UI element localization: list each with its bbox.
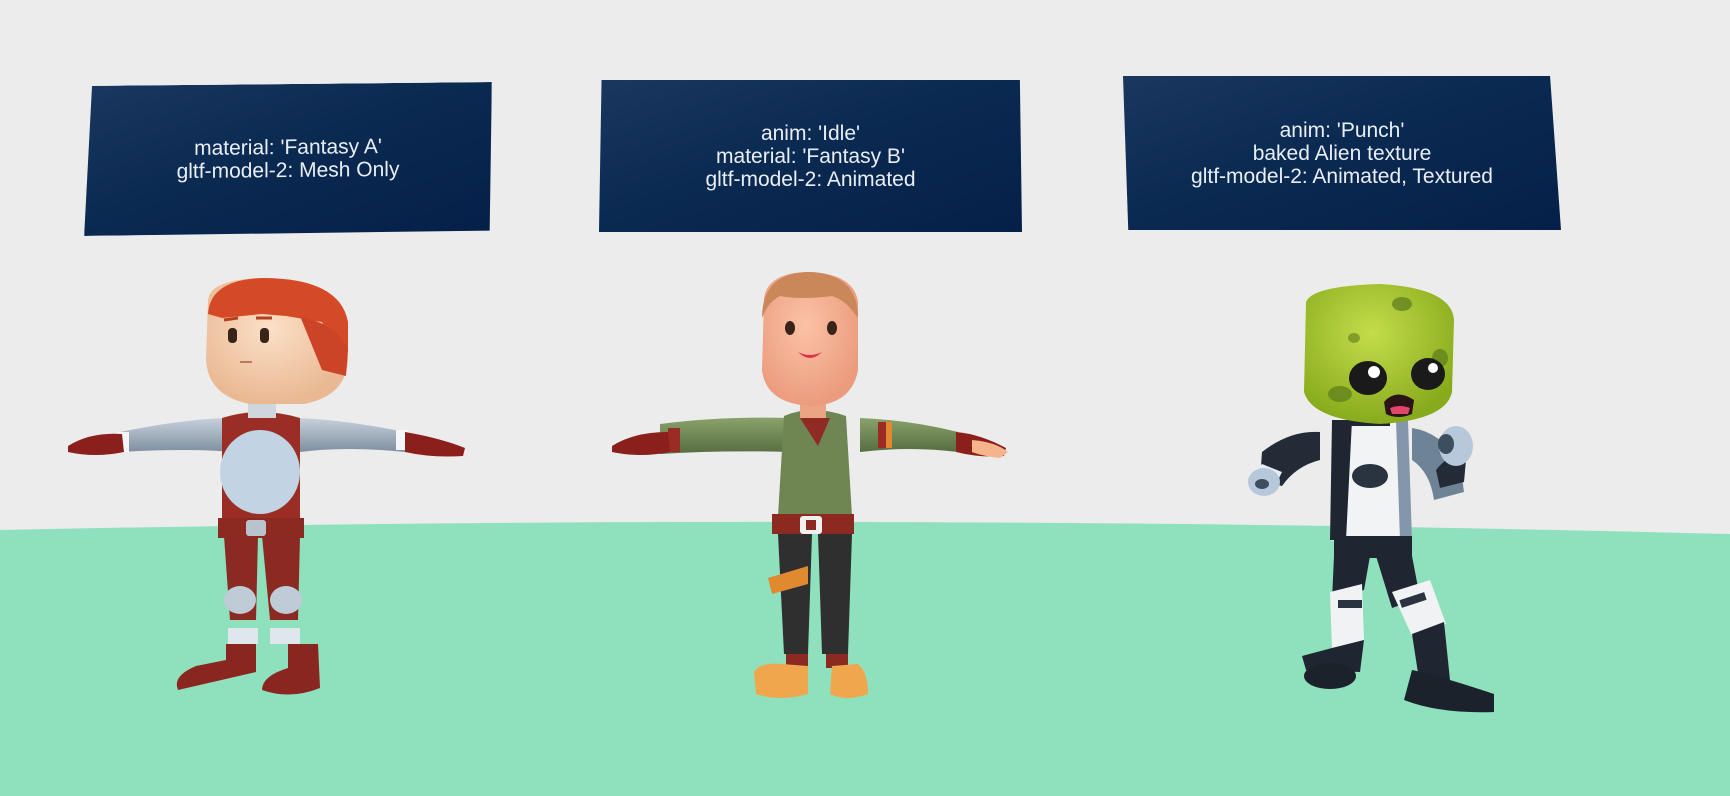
info-sign-animated: anim: 'Idle' material: 'Fantasy B' gltf-… <box>599 80 1022 232</box>
info-sign-mesh-only: material: 'Fantasy A' gltf-model-2: Mesh… <box>84 82 492 236</box>
ground <box>0 521 1730 796</box>
info-sign-animated-textured: anim: 'Punch' baked Alien texture gltf-m… <box>1123 76 1561 230</box>
sign-line: gltf-model-2: Mesh Only <box>176 157 400 184</box>
sign-line: material: 'Fantasy B' <box>716 144 905 168</box>
sign-line: gltf-model-2: Animated <box>705 167 916 191</box>
sign-line: anim: 'Idle' <box>760 121 861 145</box>
sign-line: anim: 'Punch' <box>1279 118 1405 142</box>
sign-line: gltf-model-2: Animated, Textured <box>1191 164 1493 188</box>
sign-line: material: 'Fantasy A' <box>194 135 382 160</box>
sign-line: baked Alien texture <box>1252 141 1432 165</box>
